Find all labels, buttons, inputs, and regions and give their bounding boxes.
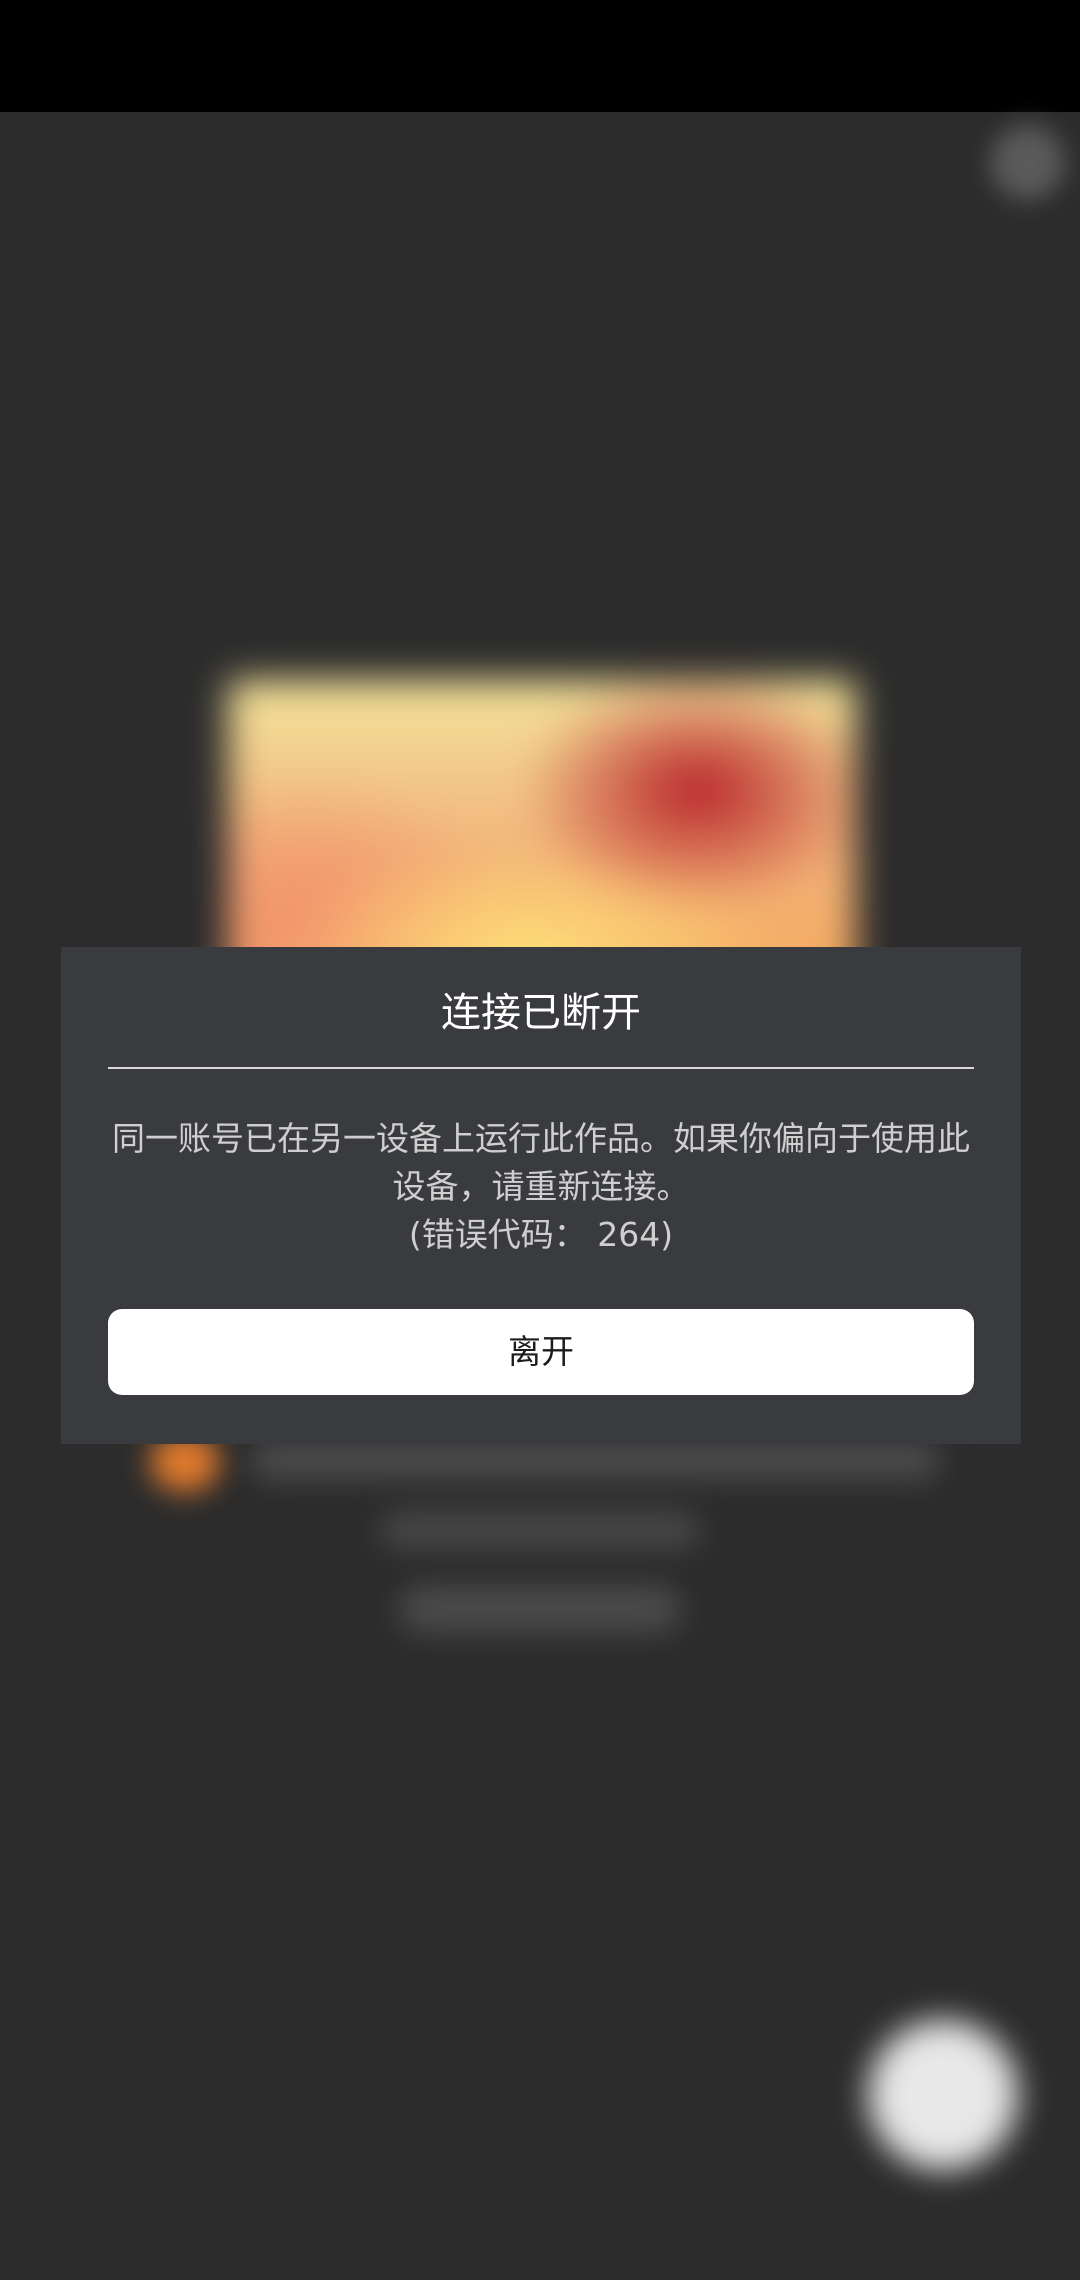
disconnect-dialog: 连接已断开 同一账号已在另一设备上运行此作品。如果你偏向于使用此设备，请重新连接… [61, 947, 1021, 1444]
blurred-text-line [250, 1440, 940, 1480]
blurred-text-line [400, 1585, 680, 1633]
error-code-text: (错误代码： 264) [408, 1215, 674, 1254]
dialog-message: 同一账号已在另一设备上运行此作品。如果你偏向于使用此设备，请重新连接。 [112, 1119, 970, 1206]
dialog-divider [108, 1067, 974, 1069]
leave-button[interactable]: 离开 [108, 1309, 974, 1395]
dialog-title: 连接已断开 [441, 990, 641, 1036]
status-bar [0, 0, 1080, 112]
blurred-menu-icon [990, 125, 1065, 200]
screen: 连接已断开 同一账号已在另一设备上运行此作品。如果你偏向于使用此设备，请重新连接… [0, 0, 1080, 2280]
blurred-text-line [380, 1510, 700, 1550]
blurred-floating-button [868, 2020, 1018, 2170]
